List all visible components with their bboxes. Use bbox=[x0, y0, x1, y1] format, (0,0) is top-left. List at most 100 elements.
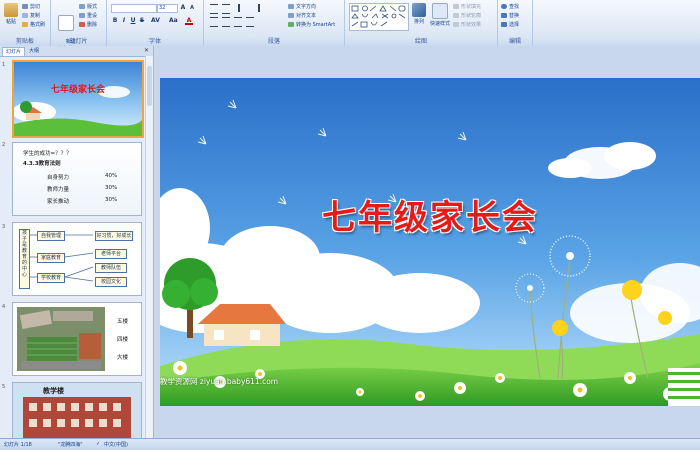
justify-icon[interactable] bbox=[246, 17, 254, 27]
thumb1-title: 七年级家长会 bbox=[50, 85, 105, 95]
find-icon bbox=[501, 4, 507, 9]
current-slide[interactable]: 七年级家长会 教学资源网 ziyuan.baby611.com bbox=[160, 78, 700, 406]
thumb3-arrows bbox=[29, 234, 94, 282]
effects-icon bbox=[453, 22, 459, 27]
slides-group-label: 幻灯片 bbox=[69, 38, 88, 45]
shape-effects-button[interactable]: 形状效果 bbox=[453, 21, 481, 28]
strikethrough-button[interactable]: S bbox=[138, 17, 146, 25]
close-pane-icon[interactable]: ✕ bbox=[144, 47, 149, 54]
arrange-icon bbox=[412, 3, 426, 17]
outline-pen-icon bbox=[453, 13, 459, 18]
status-bar: 幻灯片 1/18 "龙腾四海" ✓ 中文(中国) bbox=[0, 438, 700, 450]
font-name-combo[interactable] bbox=[111, 4, 157, 13]
change-case-button[interactable]: Aa bbox=[169, 17, 178, 25]
thumbnail-slide-3[interactable]: 孩子是教育的中心 自我管理 家庭教育 学校教育 好习惯，好成长 老师平台 教师队… bbox=[12, 222, 142, 296]
thumbnail-slide-5[interactable]: 教学楼 bbox=[12, 382, 142, 440]
layout-button[interactable]: 版式 bbox=[79, 3, 97, 10]
font-color-button[interactable]: A bbox=[185, 17, 193, 25]
increase-indent-icon[interactable] bbox=[250, 4, 260, 12]
align-left-icon[interactable] bbox=[210, 17, 218, 27]
replace-icon bbox=[501, 13, 507, 18]
cut-button[interactable]: 剪切 bbox=[22, 3, 40, 10]
delete-slide-button[interactable]: 删除 bbox=[79, 21, 97, 28]
convert-smartart-button[interactable]: 转换为 SmartArt bbox=[288, 21, 335, 28]
align-right-icon[interactable] bbox=[234, 17, 242, 27]
thumb-number: 3 bbox=[2, 224, 6, 230]
underline-button[interactable]: U bbox=[129, 17, 137, 25]
select-button[interactable]: 选择 bbox=[501, 21, 519, 28]
format-painter-button[interactable]: 格式刷 bbox=[22, 21, 45, 28]
paste-label: 粘贴 bbox=[5, 19, 16, 25]
paragraph-group: 文字方向 对齐文本 转换为 SmartArt 段落 bbox=[204, 0, 345, 46]
editing-group: 查找 替换 选择 编辑 bbox=[498, 0, 533, 46]
copy-button[interactable]: 复制 bbox=[22, 12, 40, 19]
shape-outline-button[interactable]: 形状轮廓 bbox=[453, 12, 481, 19]
thumb2-row-value: 40% bbox=[105, 173, 118, 179]
thumb-number: 2 bbox=[2, 142, 6, 148]
quick-styles-icon bbox=[432, 3, 448, 19]
thumb2-row-label: 自身努力 bbox=[47, 175, 70, 181]
shapes-gallery-icons bbox=[351, 5, 406, 28]
scrollbar-thumb[interactable] bbox=[147, 66, 152, 106]
decrease-indent-icon[interactable] bbox=[238, 4, 248, 12]
quick-styles-button[interactable]: 快速样式 bbox=[429, 3, 451, 27]
thumb4-label: 四楼 bbox=[117, 337, 129, 343]
thumbnail-slide-1[interactable]: 七年级家长会 bbox=[12, 60, 144, 138]
thumb2-row-value: 30% bbox=[105, 185, 118, 191]
building-photo bbox=[13, 383, 141, 439]
italic-button[interactable]: I bbox=[120, 17, 128, 25]
align-text-icon bbox=[288, 13, 294, 18]
clipboard-group: 粘贴 剪切 复制 格式刷 剪贴板 bbox=[0, 0, 51, 46]
bold-button[interactable]: B bbox=[111, 17, 119, 25]
smartart-icon bbox=[288, 22, 294, 27]
reset-icon bbox=[79, 13, 85, 18]
thumb-number: 1 bbox=[2, 62, 6, 68]
tab-slides[interactable]: 幻灯片 bbox=[2, 47, 26, 56]
find-button[interactable]: 查找 bbox=[501, 3, 519, 10]
delete-icon bbox=[79, 22, 85, 27]
thumb2-row-label: 家长推动 bbox=[47, 199, 70, 205]
layout-icon bbox=[79, 4, 85, 9]
text-direction-icon bbox=[288, 4, 294, 9]
slides-pane: 幻灯片 大纲 ✕ 1 七年级家长会 2 学生的成功=？？？ 4.3.3教育法则 … bbox=[0, 46, 154, 440]
slide-title[interactable]: 七年级家长会 bbox=[240, 190, 620, 239]
replace-button[interactable]: 替换 bbox=[501, 12, 519, 19]
grow-font-button[interactable]: A bbox=[179, 4, 187, 12]
paragraph-group-label: 段落 bbox=[267, 38, 280, 45]
thumb-number: 5 bbox=[2, 384, 6, 390]
char-spacing-button[interactable]: AV bbox=[151, 17, 160, 25]
paste-icon bbox=[4, 3, 18, 17]
thumb2-row-value: 30% bbox=[105, 197, 118, 203]
theme-name: "龙腾四海" bbox=[58, 442, 83, 448]
bullets-icon[interactable] bbox=[210, 4, 218, 14]
paste-button[interactable]: 粘贴 bbox=[2, 3, 20, 25]
align-text-button[interactable]: 对齐文本 bbox=[288, 12, 316, 19]
new-slide-icon bbox=[58, 15, 74, 31]
thumbnail-scrollbar[interactable] bbox=[145, 56, 153, 438]
thumbnail-slide-4[interactable]: 五楼 四楼 大楼 bbox=[12, 302, 142, 376]
slide-watermark: 教学资源网 ziyuan.baby611.com bbox=[160, 377, 279, 386]
arrange-button[interactable]: 排列 bbox=[411, 3, 427, 25]
text-direction-button[interactable]: 文字方向 bbox=[288, 3, 316, 10]
font-group: 32 A A B I U S AV Aa A 字体 bbox=[107, 0, 204, 46]
thumb-number: 4 bbox=[2, 304, 6, 310]
font-size-combo[interactable]: 32 bbox=[157, 4, 178, 13]
reset-button[interactable]: 重设 bbox=[79, 12, 97, 19]
thumb4-label: 五楼 bbox=[117, 319, 129, 325]
pane-tabs: 幻灯片 大纲 ✕ bbox=[0, 46, 153, 57]
shapes-gallery[interactable] bbox=[349, 3, 409, 31]
tab-outline[interactable]: 大纲 bbox=[26, 47, 42, 55]
slides-group: 新建 幻灯片 版式 重设 删除 幻灯片 bbox=[51, 0, 107, 52]
brush-icon bbox=[22, 22, 28, 27]
drawing-group-label: 绘图 bbox=[414, 38, 427, 45]
align-center-icon[interactable] bbox=[222, 17, 230, 27]
shape-fill-button[interactable]: 形状填充 bbox=[453, 3, 481, 10]
thumbnail-slide-2[interactable]: 学生的成功=？？？ 4.3.3教育法则 自身努力 40% 教师力量 30% 家长… bbox=[12, 142, 142, 216]
scissors-icon bbox=[22, 4, 28, 9]
language-indicator-icon: ✓ bbox=[96, 441, 101, 447]
slide-counter: 幻灯片 1/18 bbox=[4, 442, 32, 448]
thumb2-line-2: 4.3.3教育法则 bbox=[23, 161, 61, 167]
numbering-icon[interactable] bbox=[222, 4, 230, 14]
drawing-group: 排列 快速样式 形状填充 形状轮廓 形状效果 绘图 bbox=[345, 0, 498, 46]
shrink-font-button[interactable]: A bbox=[188, 4, 196, 12]
